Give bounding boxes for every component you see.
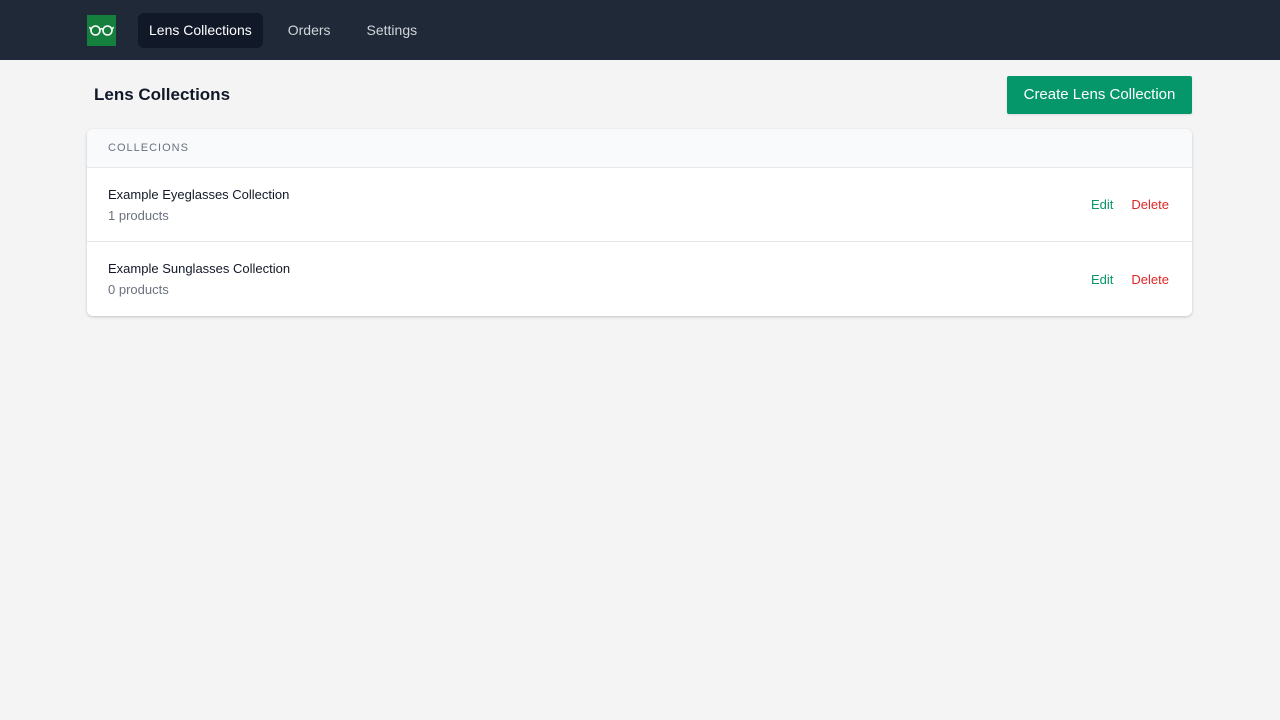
table-row: Example Sunglasses Collection 0 products… — [87, 242, 1192, 316]
nav-item-orders[interactable]: Orders — [277, 13, 342, 48]
collections-table-header: COLLECIONS — [87, 129, 1192, 168]
main-content: Lens Collections Create Lens Collection … — [87, 60, 1192, 316]
table-row: Example Eyeglasses Collection 1 products… — [87, 168, 1192, 242]
top-navbar: Lens Collections Orders Settings — [0, 0, 1280, 60]
edit-button[interactable]: Edit — [1091, 272, 1113, 287]
page-header: Lens Collections Create Lens Collection — [87, 60, 1192, 129]
logo[interactable] — [87, 14, 116, 46]
collections-card: COLLECIONS Example Eyeglasses Collection… — [87, 129, 1192, 316]
row-info: Example Eyeglasses Collection 1 products — [108, 187, 289, 223]
collection-name: Example Sunglasses Collection — [108, 261, 291, 276]
row-actions: Edit Delete — [1091, 197, 1169, 212]
row-info: Example Sunglasses Collection 0 products — [108, 261, 290, 297]
nav-item-lens-collections[interactable]: Lens Collections — [138, 12, 263, 48]
collection-name: Example Eyeglasses Collection — [108, 186, 290, 202]
row-actions: Edit Delete — [1091, 272, 1169, 287]
glasses-icon — [89, 25, 114, 36]
create-lens-collection-button[interactable]: Create Lens Collection — [1007, 75, 1192, 114]
nav-item-settings[interactable]: Settings — [356, 13, 429, 48]
product-count: 1 products — [108, 207, 169, 223]
delete-button[interactable]: Delete — [1131, 272, 1169, 287]
edit-button[interactable]: Edit — [1091, 197, 1113, 212]
product-count: 0 products — [108, 282, 169, 297]
delete-button[interactable]: Delete — [1131, 197, 1169, 212]
page-title: Lens Collections — [94, 84, 231, 104]
